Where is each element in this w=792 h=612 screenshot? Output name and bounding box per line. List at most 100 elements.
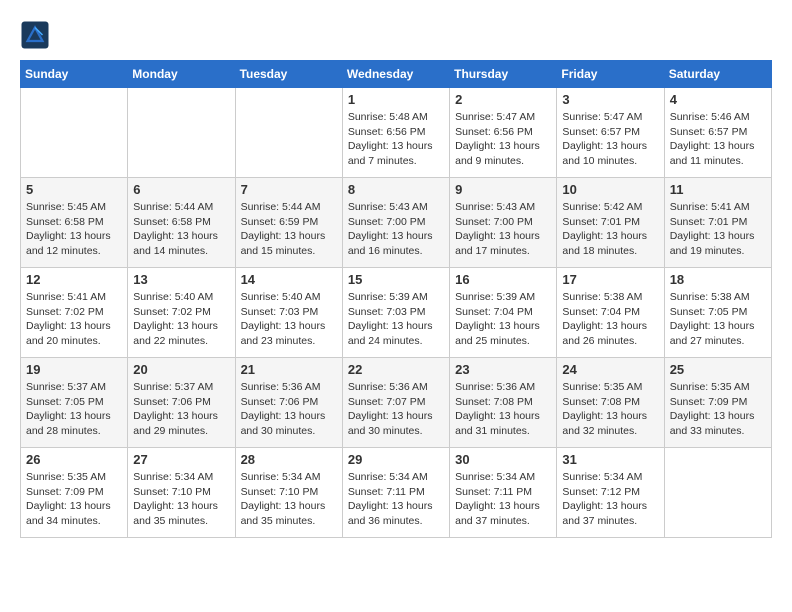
col-header-saturday: Saturday (664, 61, 771, 88)
calendar-cell: 14 Sunrise: 5:40 AMSunset: 7:03 PMDayligh… (235, 268, 342, 358)
day-info: Sunrise: 5:35 AMSunset: 7:09 PMDaylight:… (670, 380, 766, 439)
calendar-cell: 15 Sunrise: 5:39 AMSunset: 7:03 PMDayligh… (342, 268, 449, 358)
col-header-sunday: Sunday (21, 61, 128, 88)
calendar-cell: 31 Sunrise: 5:34 AMSunset: 7:12 PMDayligh… (557, 448, 664, 538)
day-number: 11 (670, 182, 766, 197)
calendar-cell: 7Sunrise: 5:44 AMSunset: 6:59 PMDaylight… (235, 178, 342, 268)
col-header-wednesday: Wednesday (342, 61, 449, 88)
day-number: 3 (562, 92, 658, 107)
calendar-cell: 23 Sunrise: 5:36 AMSunset: 7:08 PMDayligh… (450, 358, 557, 448)
day-number: 15 (348, 272, 444, 287)
day-info: Sunrise: 5:39 AMSunset: 7:04 PMDaylight:… (455, 290, 551, 349)
calendar-cell (664, 448, 771, 538)
day-info: Sunrise: 5:44 AMSunset: 6:58 PMDaylight:… (133, 200, 229, 259)
day-info: Sunrise: 5:38 AMSunset: 7:05 PMDaylight:… (670, 290, 766, 349)
day-number: 16 (455, 272, 551, 287)
day-number: 2 (455, 92, 551, 107)
day-number: 25 (670, 362, 766, 377)
col-header-friday: Friday (557, 61, 664, 88)
day-info: Sunrise: 5:36 AMSunset: 7:06 PMDaylight:… (241, 380, 337, 439)
day-info: Sunrise: 5:35 AMSunset: 7:09 PMDaylight:… (26, 470, 122, 529)
calendar-cell: 13Sunrise: 5:40 AMSunset: 7:02 PMDayligh… (128, 268, 235, 358)
day-info: Sunrise: 5:43 AMSunset: 7:00 PMDaylight:… (455, 200, 551, 259)
day-number: 22 (348, 362, 444, 377)
day-info: Sunrise: 5:34 AMSunset: 7:11 PMDaylight:… (455, 470, 551, 529)
day-info: Sunrise: 5:36 AMSunset: 7:07 PMDaylight:… (348, 380, 444, 439)
calendar-cell: 3 Sunrise: 5:47 AMSunset: 6:57 PMDaylight… (557, 88, 664, 178)
day-info: Sunrise: 5:39 AMSunset: 7:03 PMDaylight:… (348, 290, 444, 349)
day-number: 20 (133, 362, 229, 377)
day-number: 23 (455, 362, 551, 377)
calendar-cell: 17 Sunrise: 5:38 AMSunset: 7:04 PMDayligh… (557, 268, 664, 358)
calendar-cell: 11 Sunrise: 5:41 AMSunset: 7:01 PMDayligh… (664, 178, 771, 268)
day-info: Sunrise: 5:47 AMSunset: 6:57 PMDaylight:… (562, 110, 658, 169)
col-header-monday: Monday (128, 61, 235, 88)
calendar-cell: 1Sunrise: 5:48 AMSunset: 6:56 PMDaylight… (342, 88, 449, 178)
day-number: 21 (241, 362, 337, 377)
page-header (20, 20, 772, 50)
day-info: Sunrise: 5:45 AMSunset: 6:58 PMDaylight:… (26, 200, 122, 259)
day-info: Sunrise: 5:47 AMSunset: 6:56 PMDaylight:… (455, 110, 551, 169)
day-number: 12 (26, 272, 122, 287)
day-info: Sunrise: 5:34 AMSunset: 7:12 PMDaylight:… (562, 470, 658, 529)
day-info: Sunrise: 5:34 AMSunset: 7:10 PMDaylight:… (133, 470, 229, 529)
calendar-cell: 8Sunrise: 5:43 AMSunset: 7:00 PMDaylight… (342, 178, 449, 268)
day-info: Sunrise: 5:46 AMSunset: 6:57 PMDaylight:… (670, 110, 766, 169)
day-info: Sunrise: 5:34 AMSunset: 7:10 PMDaylight:… (241, 470, 337, 529)
calendar-cell: 30 Sunrise: 5:34 AMSunset: 7:11 PMDayligh… (450, 448, 557, 538)
day-info: Sunrise: 5:41 AMSunset: 7:01 PMDaylight:… (670, 200, 766, 259)
day-number: 19 (26, 362, 122, 377)
calendar-table: SundayMondayTuesdayWednesdayThursdayFrid… (20, 60, 772, 538)
calendar-cell: 26Sunrise: 5:35 AMSunset: 7:09 PMDayligh… (21, 448, 128, 538)
day-info: Sunrise: 5:43 AMSunset: 7:00 PMDaylight:… (348, 200, 444, 259)
calendar-cell: 20Sunrise: 5:37 AMSunset: 7:06 PMDayligh… (128, 358, 235, 448)
calendar-cell: 24 Sunrise: 5:35 AMSunset: 7:08 PMDayligh… (557, 358, 664, 448)
calendar-cell: 28 Sunrise: 5:34 AMSunset: 7:10 PMDayligh… (235, 448, 342, 538)
calendar-cell: 2 Sunrise: 5:47 AMSunset: 6:56 PMDaylight… (450, 88, 557, 178)
day-info: Sunrise: 5:34 AMSunset: 7:11 PMDaylight:… (348, 470, 444, 529)
day-number: 1 (348, 92, 444, 107)
calendar-cell: 10 Sunrise: 5:42 AMSunset: 7:01 PMDayligh… (557, 178, 664, 268)
calendar-cell: 21 Sunrise: 5:36 AMSunset: 7:06 PMDayligh… (235, 358, 342, 448)
calendar-cell: 25 Sunrise: 5:35 AMSunset: 7:09 PMDayligh… (664, 358, 771, 448)
calendar-cell: 16 Sunrise: 5:39 AMSunset: 7:04 PMDayligh… (450, 268, 557, 358)
day-number: 6 (133, 182, 229, 197)
calendar-cell (128, 88, 235, 178)
day-number: 10 (562, 182, 658, 197)
day-info: Sunrise: 5:40 AMSunset: 7:02 PMDaylight:… (133, 290, 229, 349)
day-number: 5 (26, 182, 122, 197)
day-info: Sunrise: 5:35 AMSunset: 7:08 PMDaylight:… (562, 380, 658, 439)
day-number: 9 (455, 182, 551, 197)
calendar-cell: 12 Sunrise: 5:41 AMSunset: 7:02 PMDayligh… (21, 268, 128, 358)
day-info: Sunrise: 5:37 AMSunset: 7:05 PMDaylight:… (26, 380, 122, 439)
day-number: 18 (670, 272, 766, 287)
calendar-cell: 6 Sunrise: 5:44 AMSunset: 6:58 PMDaylight… (128, 178, 235, 268)
calendar-cell: 18 Sunrise: 5:38 AMSunset: 7:05 PMDayligh… (664, 268, 771, 358)
calendar-cell (21, 88, 128, 178)
calendar-cell: 29 Sunrise: 5:34 AMSunset: 7:11 PMDayligh… (342, 448, 449, 538)
col-header-tuesday: Tuesday (235, 61, 342, 88)
day-number: 4 (670, 92, 766, 107)
calendar-cell: 19 Sunrise: 5:37 AMSunset: 7:05 PMDayligh… (21, 358, 128, 448)
calendar-cell: 27 Sunrise: 5:34 AMSunset: 7:10 PMDayligh… (128, 448, 235, 538)
logo-icon (20, 20, 50, 50)
day-number: 31 (562, 452, 658, 467)
day-number: 17 (562, 272, 658, 287)
logo (20, 20, 54, 50)
calendar-cell: 4 Sunrise: 5:46 AMSunset: 6:57 PMDaylight… (664, 88, 771, 178)
day-info: Sunrise: 5:36 AMSunset: 7:08 PMDaylight:… (455, 380, 551, 439)
day-number: 14 (241, 272, 337, 287)
day-number: 30 (455, 452, 551, 467)
day-number: 29 (348, 452, 444, 467)
day-number: 24 (562, 362, 658, 377)
calendar-cell (235, 88, 342, 178)
col-header-thursday: Thursday (450, 61, 557, 88)
day-number: 28 (241, 452, 337, 467)
day-info: Sunrise: 5:44 AMSunset: 6:59 PMDaylight:… (241, 200, 337, 259)
day-info: Sunrise: 5:38 AMSunset: 7:04 PMDaylight:… (562, 290, 658, 349)
day-info: Sunrise: 5:41 AMSunset: 7:02 PMDaylight:… (26, 290, 122, 349)
calendar-cell: 9 Sunrise: 5:43 AMSunset: 7:00 PMDaylight… (450, 178, 557, 268)
day-info: Sunrise: 5:40 AMSunset: 7:03 PMDaylight:… (241, 290, 337, 349)
day-number: 27 (133, 452, 229, 467)
day-info: Sunrise: 5:42 AMSunset: 7:01 PMDaylight:… (562, 200, 658, 259)
